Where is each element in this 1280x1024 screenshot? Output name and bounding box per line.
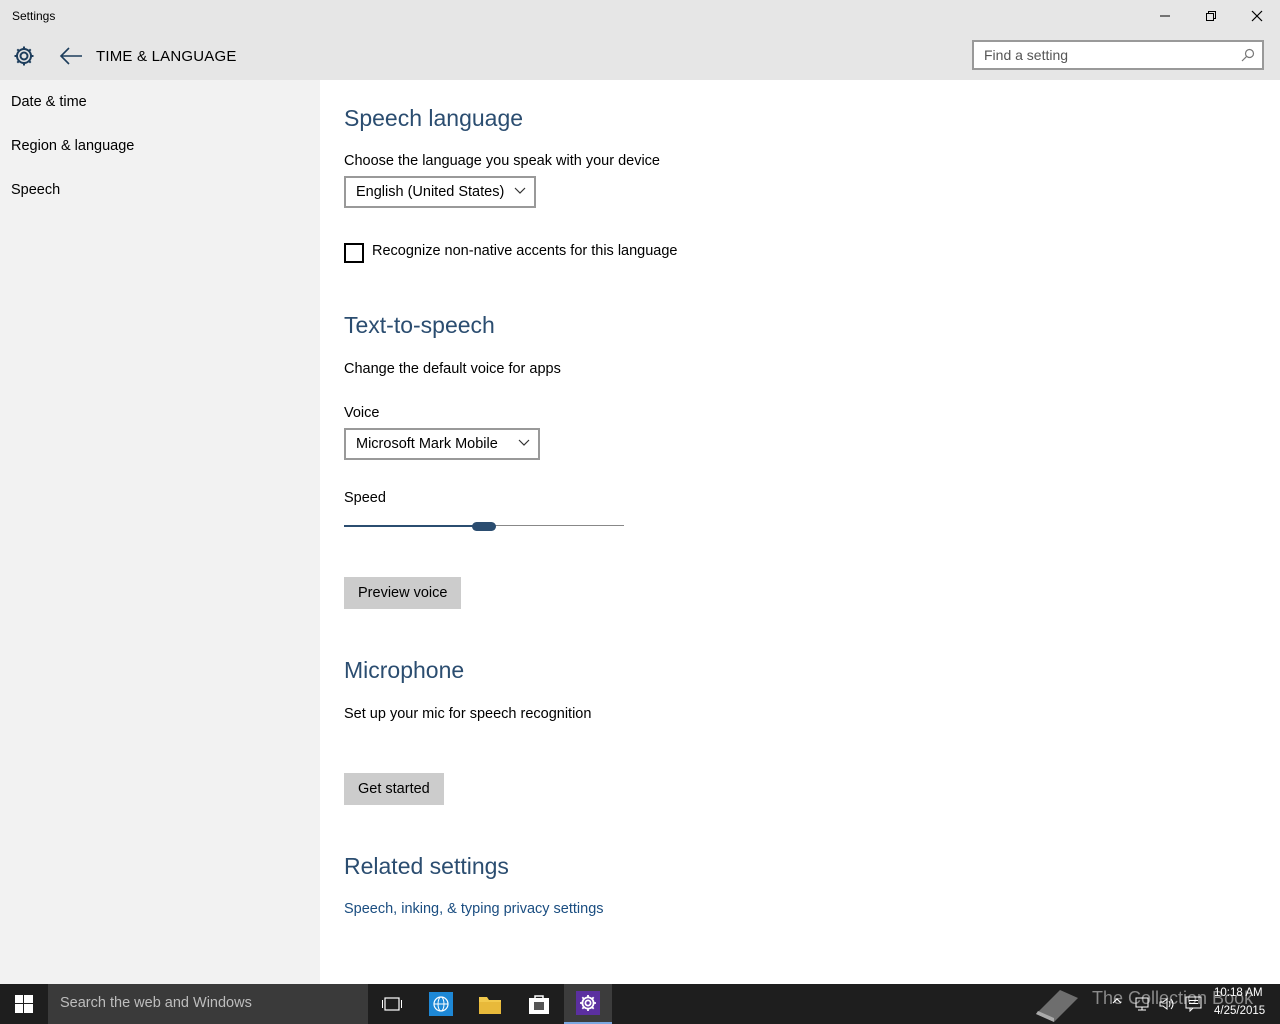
clock-time[interactable]: 10:18 AM bbox=[1214, 987, 1263, 999]
close-icon bbox=[1251, 10, 1263, 22]
sidebar-item-speech[interactable]: Speech bbox=[11, 182, 60, 198]
taskbar-file-explorer-app[interactable] bbox=[466, 984, 514, 1024]
start-button[interactable] bbox=[0, 984, 48, 1024]
non-native-accents-checkbox[interactable] bbox=[344, 243, 364, 263]
settings-gear-icon bbox=[576, 991, 600, 1015]
windows-logo-icon bbox=[15, 995, 33, 1013]
privacy-settings-link[interactable]: Speech, inking, & typing privacy setting… bbox=[344, 901, 604, 917]
sidebar: Date & time Region & language Speech bbox=[0, 80, 320, 984]
text-to-speech-description: Change the default voice for apps bbox=[344, 361, 561, 377]
speed-slider-track-filled[interactable] bbox=[344, 525, 484, 527]
speed-label: Speed bbox=[344, 490, 386, 506]
task-view-button[interactable] bbox=[368, 984, 416, 1024]
section-title: TIME & LANGUAGE bbox=[96, 48, 237, 65]
sidebar-item-region-language[interactable]: Region & language bbox=[11, 138, 134, 154]
speech-language-dropdown[interactable]: English (United States) bbox=[344, 176, 536, 208]
speed-slider-track[interactable] bbox=[484, 525, 624, 526]
settings-header: TIME & LANGUAGE bbox=[0, 32, 1280, 80]
microphone-description: Set up your mic for speech recognition bbox=[344, 706, 592, 722]
speech-language-heading: Speech language bbox=[344, 105, 524, 131]
text-to-speech-heading: Text-to-speech bbox=[344, 312, 495, 338]
window-title: Settings bbox=[12, 9, 56, 23]
minimize-icon bbox=[1160, 15, 1170, 17]
find-setting-input[interactable] bbox=[974, 42, 1239, 68]
speech-settings-page: Speech language Choose the language you … bbox=[320, 80, 1280, 984]
find-setting-search-box[interactable] bbox=[972, 40, 1264, 70]
chevron-down-icon bbox=[514, 187, 526, 194]
taskbar-search-placeholder: Search the web and Windows bbox=[60, 995, 252, 1011]
book-watermark-icon bbox=[1036, 990, 1078, 1022]
taskbar: Search the web and Windows The Collectio… bbox=[0, 984, 1280, 1024]
get-started-button[interactable]: Get started bbox=[344, 773, 444, 805]
restore-button[interactable] bbox=[1188, 0, 1234, 32]
folder-icon bbox=[479, 997, 501, 1014]
task-view-icon bbox=[382, 997, 402, 1011]
microphone-heading: Microphone bbox=[344, 657, 465, 683]
close-button[interactable] bbox=[1234, 0, 1280, 32]
taskbar-browser-app[interactable] bbox=[417, 984, 465, 1024]
chevron-down-icon bbox=[518, 439, 530, 446]
speed-slider-thumb[interactable] bbox=[472, 522, 496, 531]
sidebar-item-date-time[interactable]: Date & time bbox=[11, 94, 87, 110]
voice-dropdown[interactable]: Microsoft Mark Mobile bbox=[344, 428, 540, 460]
non-native-accents-label[interactable]: Recognize non-native accents for this la… bbox=[372, 243, 678, 259]
network-icon[interactable] bbox=[1134, 996, 1152, 1012]
action-center-icon[interactable] bbox=[1185, 996, 1203, 1012]
gear-icon[interactable] bbox=[12, 44, 36, 68]
back-arrow-icon[interactable] bbox=[58, 45, 84, 67]
taskbar-store-app[interactable] bbox=[515, 984, 563, 1024]
taskbar-search-box[interactable]: Search the web and Windows bbox=[48, 984, 368, 1024]
show-hidden-icons-chevron-icon[interactable] bbox=[1112, 996, 1122, 1006]
speech-language-selected: English (United States) bbox=[356, 184, 505, 200]
clock-date[interactable]: 4/25/2015 bbox=[1214, 1005, 1265, 1017]
restore-icon bbox=[1206, 11, 1216, 21]
voice-selected: Microsoft Mark Mobile bbox=[356, 436, 498, 452]
search-icon[interactable] bbox=[1241, 48, 1255, 62]
preview-voice-button[interactable]: Preview voice bbox=[344, 577, 462, 609]
store-bag-icon bbox=[529, 995, 549, 1014]
speech-language-description: Choose the language you speak with your … bbox=[344, 153, 660, 169]
volume-icon[interactable] bbox=[1158, 996, 1176, 1012]
window-title-bar: Settings bbox=[0, 0, 1280, 32]
taskbar-settings-app[interactable] bbox=[564, 984, 612, 1024]
globe-icon bbox=[429, 992, 453, 1016]
related-settings-heading: Related settings bbox=[344, 853, 509, 879]
minimize-button[interactable] bbox=[1142, 0, 1188, 32]
voice-label: Voice bbox=[344, 405, 380, 421]
